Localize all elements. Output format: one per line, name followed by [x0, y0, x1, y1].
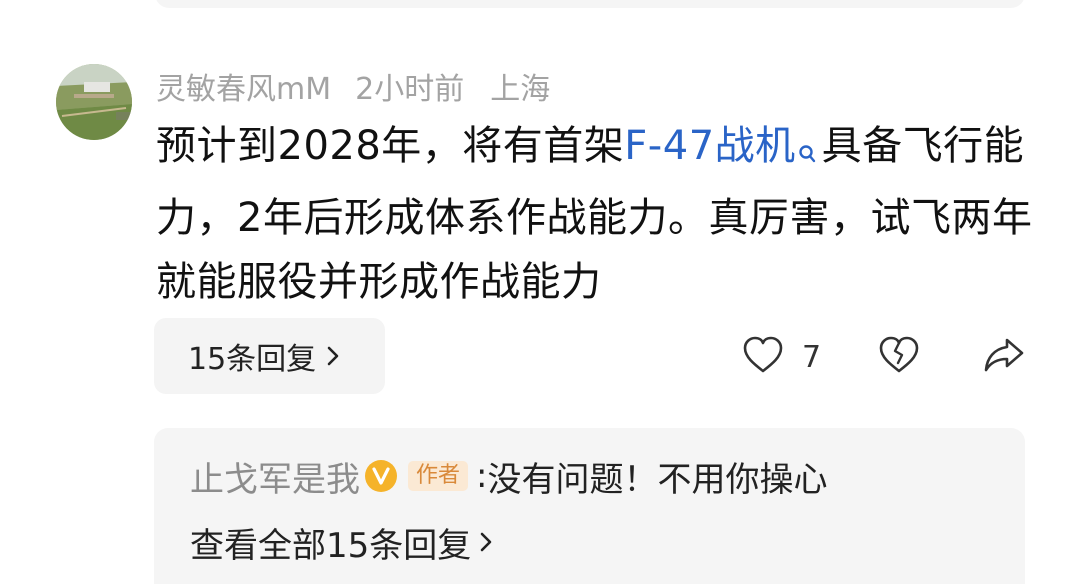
search-icon[interactable] — [798, 122, 816, 186]
chevron-right-icon — [326, 345, 340, 367]
comment-username[interactable]: 灵敏春风mM — [156, 64, 331, 108]
comment-time: 2小时前 — [355, 72, 465, 107]
author-tag: 作者 — [408, 461, 469, 491]
avatar-photo-icon — [56, 64, 132, 140]
replies-label: 15条回复 — [188, 342, 317, 377]
reply-preview-card[interactable]: 止戈军是我 作者 : 没有问题！不用你操心 查看全部15条回复 — [154, 428, 1025, 584]
reply-username[interactable]: 止戈军是我 — [190, 452, 360, 501]
share-button[interactable] — [983, 335, 1025, 379]
reply-text: 没有问题！不用你操心 — [487, 459, 828, 500]
reply-preview-line: 止戈军是我 作者 : 没有问题！不用你操心 — [190, 452, 828, 501]
topic-link[interactable]: F-47战机 — [624, 123, 795, 169]
dislike-button[interactable] — [878, 335, 920, 379]
like-button[interactable]: 7 — [742, 335, 821, 379]
reply-colon: : — [476, 456, 488, 496]
comment-text: 预计到2028年，将有首架F-47战机 具备飞行能力，2年后形成体系作战能力。真厉… — [156, 114, 1036, 314]
share-arrow-icon — [983, 335, 1025, 379]
comment-text-before: 预计到2028年，将有首架 — [156, 123, 625, 169]
vip-badge-icon — [364, 459, 398, 493]
comment-thread: 灵敏春风mM 2小时前 上海 预计到2028年，将有首架F-47战机 具备飞行能力… — [0, 0, 1080, 584]
previous-reply-card — [155, 0, 1025, 8]
like-count: 7 — [802, 339, 822, 375]
replies-button[interactable]: 15条回复 — [154, 318, 385, 394]
user-avatar[interactable] — [56, 64, 132, 140]
view-all-replies-link[interactable]: 查看全部15条回复 — [190, 520, 493, 566]
broken-heart-icon — [878, 335, 920, 379]
comment-meta: 灵敏春风mM 2小时前 上海 — [156, 64, 551, 108]
view-all-label: 查看全部15条回复 — [190, 525, 472, 566]
comment-location: 上海 — [490, 72, 551, 107]
chevron-right-icon — [479, 531, 493, 553]
heart-icon — [742, 335, 784, 379]
